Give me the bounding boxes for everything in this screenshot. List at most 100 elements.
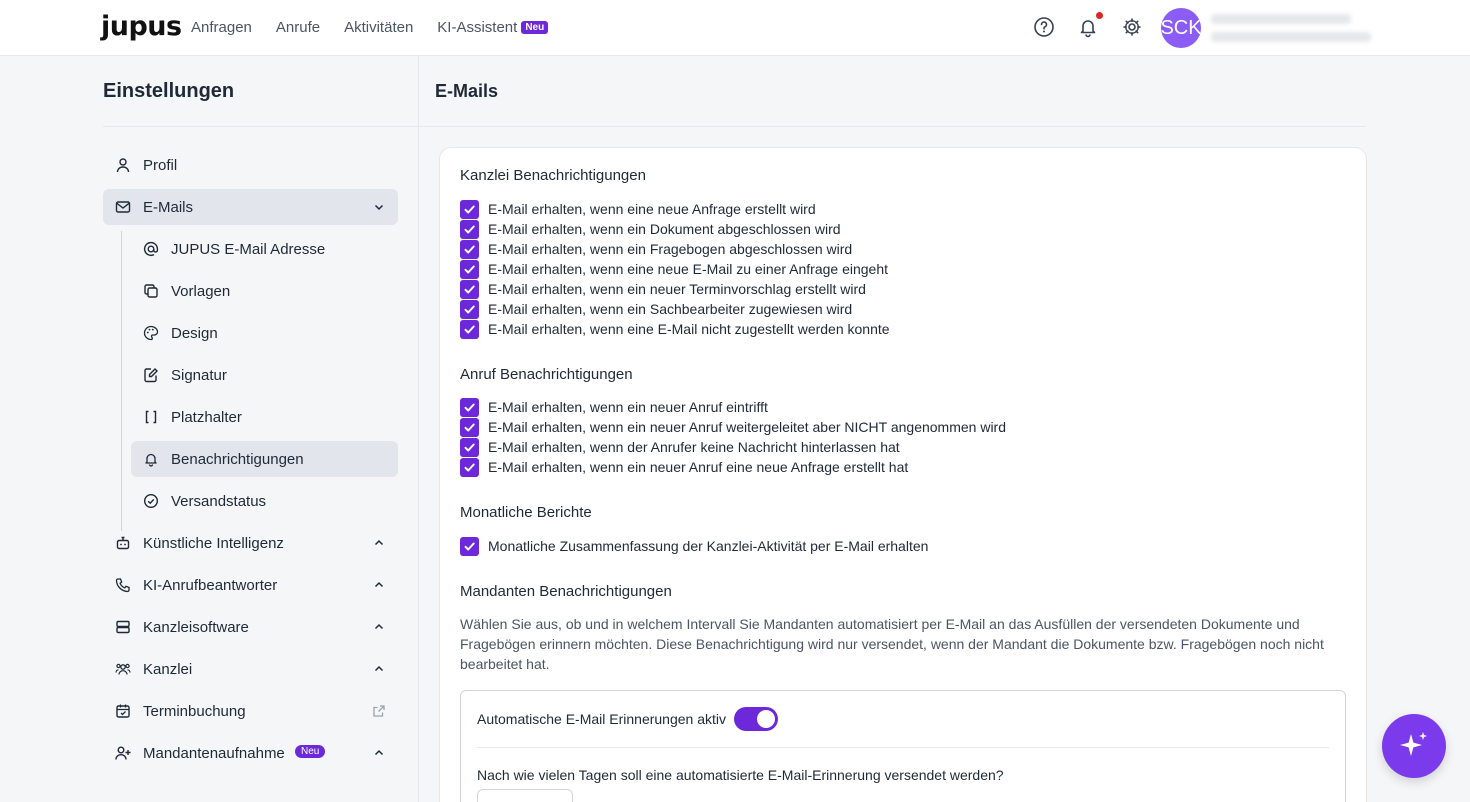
sidebar-subitem-platzhalter[interactable]: Platzhalter [131,399,398,435]
check-icon [464,443,475,451]
sidebar-item-ki-anrufbeantworter[interactable]: KI-Anrufbeantworter [103,567,398,603]
checkbox-checked[interactable] [460,417,479,437]
kanzlei-option[interactable]: E-Mail erhalten, wenn ein neuer Terminvo… [460,279,866,299]
sparkle-icon [1400,732,1427,756]
checkbox-label: E-Mail erhalten, wenn ein Dokument abges… [488,221,841,237]
checkbox-label: E-Mail erhalten, wenn eine E-Mail nicht … [488,321,890,337]
ai-assistant-button[interactable] [1382,714,1446,778]
external-link-icon [373,705,385,717]
chevron-up-icon [374,623,384,630]
reminder-days-label: Nach wie vielen Tagen soll eine automati… [477,767,1004,783]
anruf-option[interactable]: E-Mail erhalten, wenn ein neuer Anruf ei… [460,397,768,417]
sidebar-item-profil[interactable]: Profil [103,147,398,183]
anruf-option[interactable]: E-Mail erhalten, wenn ein neuer Anruf we… [460,417,1006,437]
bell-icon [145,453,157,467]
sidebar-item-kuenstliche-intelligenz[interactable]: Künstliche Intelligenz [103,525,398,561]
gear-icon[interactable] [1121,16,1143,38]
notifications-card: Kanzlei Benachrichtigungen E-Mail erhalt… [439,147,1367,802]
top-icons [1033,12,1143,38]
kanzlei-option[interactable]: E-Mail erhalten, wenn ein Sachbearbeiter… [460,299,852,319]
sidebar-item-terminbuchung[interactable]: Terminbuchung [103,693,398,729]
sidebar-divider [103,126,419,127]
checkbox-checked[interactable] [460,437,479,457]
reminder-settings-box: Automatische E-Mail Erinnerungen aktiv N… [460,690,1346,802]
help-icon[interactable] [1033,16,1055,38]
check-icon [464,325,475,333]
user-icon [116,158,130,173]
checkbox-checked[interactable] [460,259,479,279]
sidebar-item-kanzleisoftware[interactable]: Kanzleisoftware [103,609,398,645]
kanzlei-option[interactable]: E-Mail erhalten, wenn eine neue E-Mail z… [460,259,888,279]
check-icon [464,245,475,253]
kanzlei-option[interactable]: E-Mail erhalten, wenn ein Fragebogen abg… [460,239,852,259]
sidebar-subitem-versandstatus[interactable]: Versandstatus [131,483,398,519]
chevron-up-icon [374,749,384,756]
avatar[interactable]: SCK [1161,8,1201,48]
sidebar-item-emails[interactable]: E-Mails [103,189,398,225]
notification-bell-icon[interactable] [1077,12,1103,38]
section-title-mandanten: Mandanten Benachrichtigungen [460,583,672,600]
checkbox-checked[interactable] [460,536,479,556]
check-icon [464,305,475,313]
anruf-option[interactable]: E-Mail erhalten, wenn ein neuer Anruf ei… [460,457,908,477]
check-circle-icon [143,493,159,509]
calendar-icon [116,704,130,718]
kanzlei-option[interactable]: E-Mail erhalten, wenn eine neue Anfrage … [460,199,816,219]
kanzlei-option[interactable]: E-Mail erhalten, wenn eine E-Mail nicht … [460,319,890,339]
checkbox-checked[interactable] [460,239,479,259]
sidebar-subitem-signatur[interactable]: Signatur [131,357,398,393]
checkbox-checked[interactable] [460,299,479,319]
reminder-days-input[interactable] [477,789,573,802]
kanzlei-option[interactable]: E-Mail erhalten, wenn ein Dokument abges… [460,219,841,239]
check-icon [464,403,475,411]
checkbox-label: E-Mail erhalten, wenn eine neue Anfrage … [488,201,816,217]
section-title-anruf: Anruf Benachrichtigungen [460,366,633,383]
users-icon [115,663,131,675]
sidebar-subitem-vorlagen[interactable]: Vorlagen [131,273,398,309]
sidebar-subitem-jupus-email[interactable]: JUPUS E-Mail Adresse [131,231,398,267]
sidebar-subitem-design[interactable]: Design [131,315,398,351]
checkbox-checked[interactable] [460,199,479,219]
user-plus-icon [115,746,131,760]
checkbox-checked[interactable] [460,219,479,239]
checkbox-checked[interactable] [460,279,479,299]
auto-reminder-label: Automatische E-Mail Erinnerungen aktiv [477,711,727,727]
nav-link-aktivitaeten[interactable]: Aktivitäten [344,19,413,36]
server-icon [116,620,130,634]
monatlich-option[interactable]: Monatliche Zusammenfassung der Kanzlei-A… [460,536,928,556]
new-badge: Neu [521,21,549,34]
sidebar-item-kanzlei[interactable]: Kanzlei [103,651,398,687]
auto-reminder-toggle[interactable] [734,707,778,731]
nav-links: Anfragen Anrufe Aktivitäten KI-Assistent… [191,19,549,36]
submenu-line [121,231,122,531]
checkbox-label: Monatliche Zusammenfassung der Kanzlei-A… [488,538,929,554]
anruf-option[interactable]: E-Mail erhalten, wenn der Anrufer keine … [460,437,900,457]
nav-link-ki-assistent[interactable]: KI-Assistent Neu [437,19,549,36]
nav-link-anrufe[interactable]: Anrufe [276,19,320,36]
checkbox-checked[interactable] [460,319,479,339]
sidebar-subitem-benachrichtigungen[interactable]: Benachrichtigungen [131,441,398,477]
checkbox-label: E-Mail erhalten, wenn ein neuer Anruf we… [488,419,1007,435]
logo[interactable]: jupus [101,11,182,42]
nav-link-anfragen[interactable]: Anfragen [191,19,252,36]
checkbox-label: E-Mail erhalten, wenn eine neue E-Mail z… [488,261,889,277]
checkbox-checked[interactable] [460,457,479,477]
chevron-up-icon [374,539,384,546]
phone-icon [115,578,130,593]
checkbox-label: E-Mail erhalten, wenn der Anrufer keine … [488,439,900,455]
sidebar-item-mandantenaufnahme[interactable]: Mandantenaufnahme Neu [103,735,398,771]
check-icon [464,463,475,471]
checkbox-checked[interactable] [460,397,479,417]
inner-divider [477,747,1329,748]
notification-dot [1096,12,1103,19]
checkbox-label: E-Mail erhalten, wenn ein neuer Anruf ei… [488,459,909,475]
check-icon [464,542,475,550]
palette-icon [143,325,159,341]
new-badge: Neu [295,745,326,758]
copy-icon [144,284,158,298]
signature-icon [144,368,158,383]
checkbox-label: E-Mail erhalten, wenn ein neuer Anruf ei… [488,399,768,415]
user-name-redacted [1211,14,1351,24]
check-icon [464,285,475,293]
user-email-redacted [1211,32,1371,42]
